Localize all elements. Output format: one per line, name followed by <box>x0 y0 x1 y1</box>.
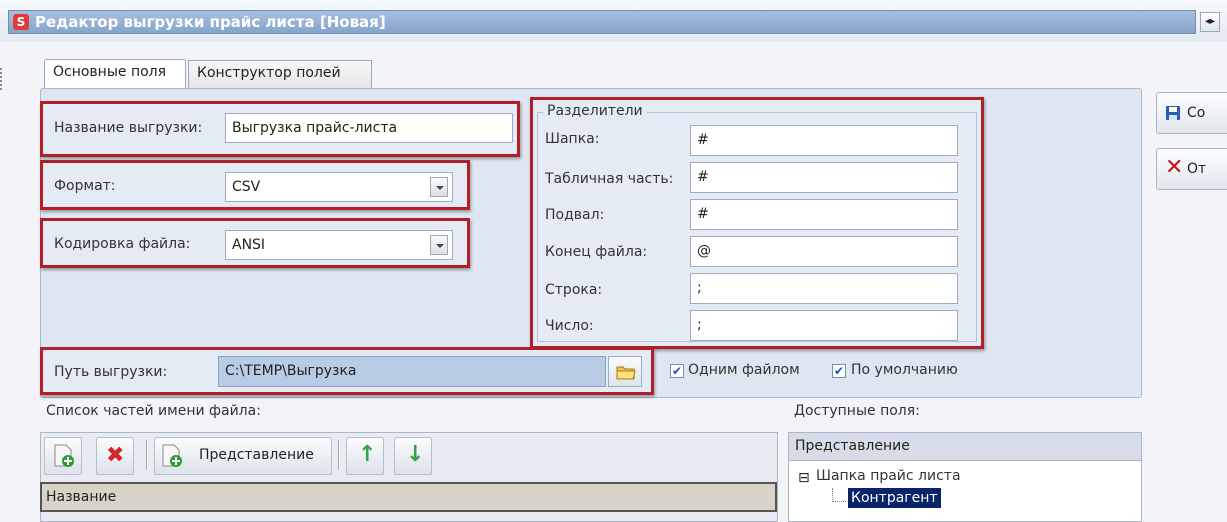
save-button[interactable]: Со <box>1156 92 1227 134</box>
add-representation-label: Представление <box>199 447 314 463</box>
separator-header-label: Шапка: <box>545 131 600 147</box>
close-x-icon: ✕ <box>1165 155 1184 180</box>
one-file-label: Одним файлом <box>688 362 800 378</box>
tree-node-contractor[interactable]: Контрагент <box>848 488 941 508</box>
tab-main-fields[interactable]: Основные поля <box>44 59 186 89</box>
separator-header-input[interactable]: # <box>690 125 958 156</box>
separator-footer-label: Подвал: <box>545 207 605 223</box>
separators-legend: Разделители <box>543 103 647 119</box>
browse-folder-button[interactable] <box>608 356 642 387</box>
encoding-label: Кодировка файла: <box>54 236 191 252</box>
tree-connector <box>832 488 846 502</box>
separator-line-input[interactable]: ; <box>690 273 958 304</box>
separator-eof-label: Конец файла: <box>545 244 648 260</box>
available-fields-title: Доступные поля: <box>794 403 920 419</box>
add-representation-button[interactable]: Представление <box>154 437 332 475</box>
format-select[interactable]: CSV <box>225 172 453 202</box>
restore-window-button[interactable]: ◂▸ <box>1200 12 1220 32</box>
add-document-icon <box>162 444 182 467</box>
default-checkbox[interactable]: ✔ <box>832 364 846 378</box>
floppy-disk-icon <box>1166 106 1180 120</box>
export-path-input[interactable]: C:\TEMP\Выгрузка <box>218 356 606 387</box>
name-column-header[interactable]: Название <box>40 482 777 512</box>
window-title-strip[interactable]: S Редактор выгрузки прайс листа [Новая] <box>8 10 1196 34</box>
export-name-label: Название выгрузки: <box>54 120 203 136</box>
cancel-button[interactable]: ✕ От <box>1156 148 1227 190</box>
delete-part-button[interactable]: ✖ <box>96 437 134 475</box>
tree-node-price-header[interactable]: Шапка прайс листа <box>816 468 961 484</box>
toolbar-separator <box>338 440 340 470</box>
toolbar-separator <box>146 440 148 470</box>
tree-expander-icon[interactable]: ⊟ <box>798 470 810 486</box>
default-label: По умолчанию <box>851 362 958 378</box>
cancel-label: От <box>1187 161 1207 177</box>
window-title: Редактор выгрузки прайс листа [Новая] <box>35 13 386 31</box>
app-logo-icon: S <box>13 14 29 30</box>
separator-number-label: Число: <box>545 318 594 334</box>
export-path-label: Путь выгрузки: <box>54 364 168 380</box>
encoding-dropdown-chevron-icon[interactable] <box>430 235 448 255</box>
tab-field-constructor[interactable]: Конструктор полей <box>188 60 372 88</box>
name-column-label: Название <box>46 489 117 505</box>
separator-table-label: Табличная часть: <box>545 171 674 187</box>
resize-grip-icon[interactable] <box>0 68 4 90</box>
one-file-checkbox[interactable]: ✔ <box>670 364 684 378</box>
available-fields-header[interactable]: Представление <box>789 433 1141 461</box>
format-label: Формат: <box>54 178 116 194</box>
export-name-input[interactable]: Выгрузка прайс-листа <box>225 113 513 143</box>
available-fields-header-label: Представление <box>795 438 910 454</box>
separator-footer-input[interactable]: # <box>690 199 958 230</box>
folder-icon <box>616 366 636 380</box>
separator-eof-input[interactable]: @ <box>690 236 958 267</box>
encoding-select[interactable]: ANSI <box>225 230 453 260</box>
add-document-icon <box>54 444 74 467</box>
format-value: CSV <box>232 179 261 195</box>
separator-table-input[interactable]: # <box>690 162 958 193</box>
separator-line-label: Строка: <box>545 282 603 298</box>
move-down-button[interactable]: ↓ <box>394 437 432 475</box>
encoding-value: ANSI <box>232 237 266 253</box>
separator-number-input[interactable]: ; <box>690 310 958 341</box>
save-label: Со <box>1187 105 1206 121</box>
arrow-up-icon: ↑ <box>358 442 377 467</box>
delete-x-icon: ✖ <box>106 443 125 468</box>
arrow-down-icon: ↓ <box>406 442 425 467</box>
move-up-button[interactable]: ↑ <box>346 437 384 475</box>
format-dropdown-chevron-icon[interactable] <box>430 177 448 197</box>
add-part-button[interactable] <box>44 437 82 475</box>
filename-parts-title: Список частей имени файла: <box>46 403 261 419</box>
